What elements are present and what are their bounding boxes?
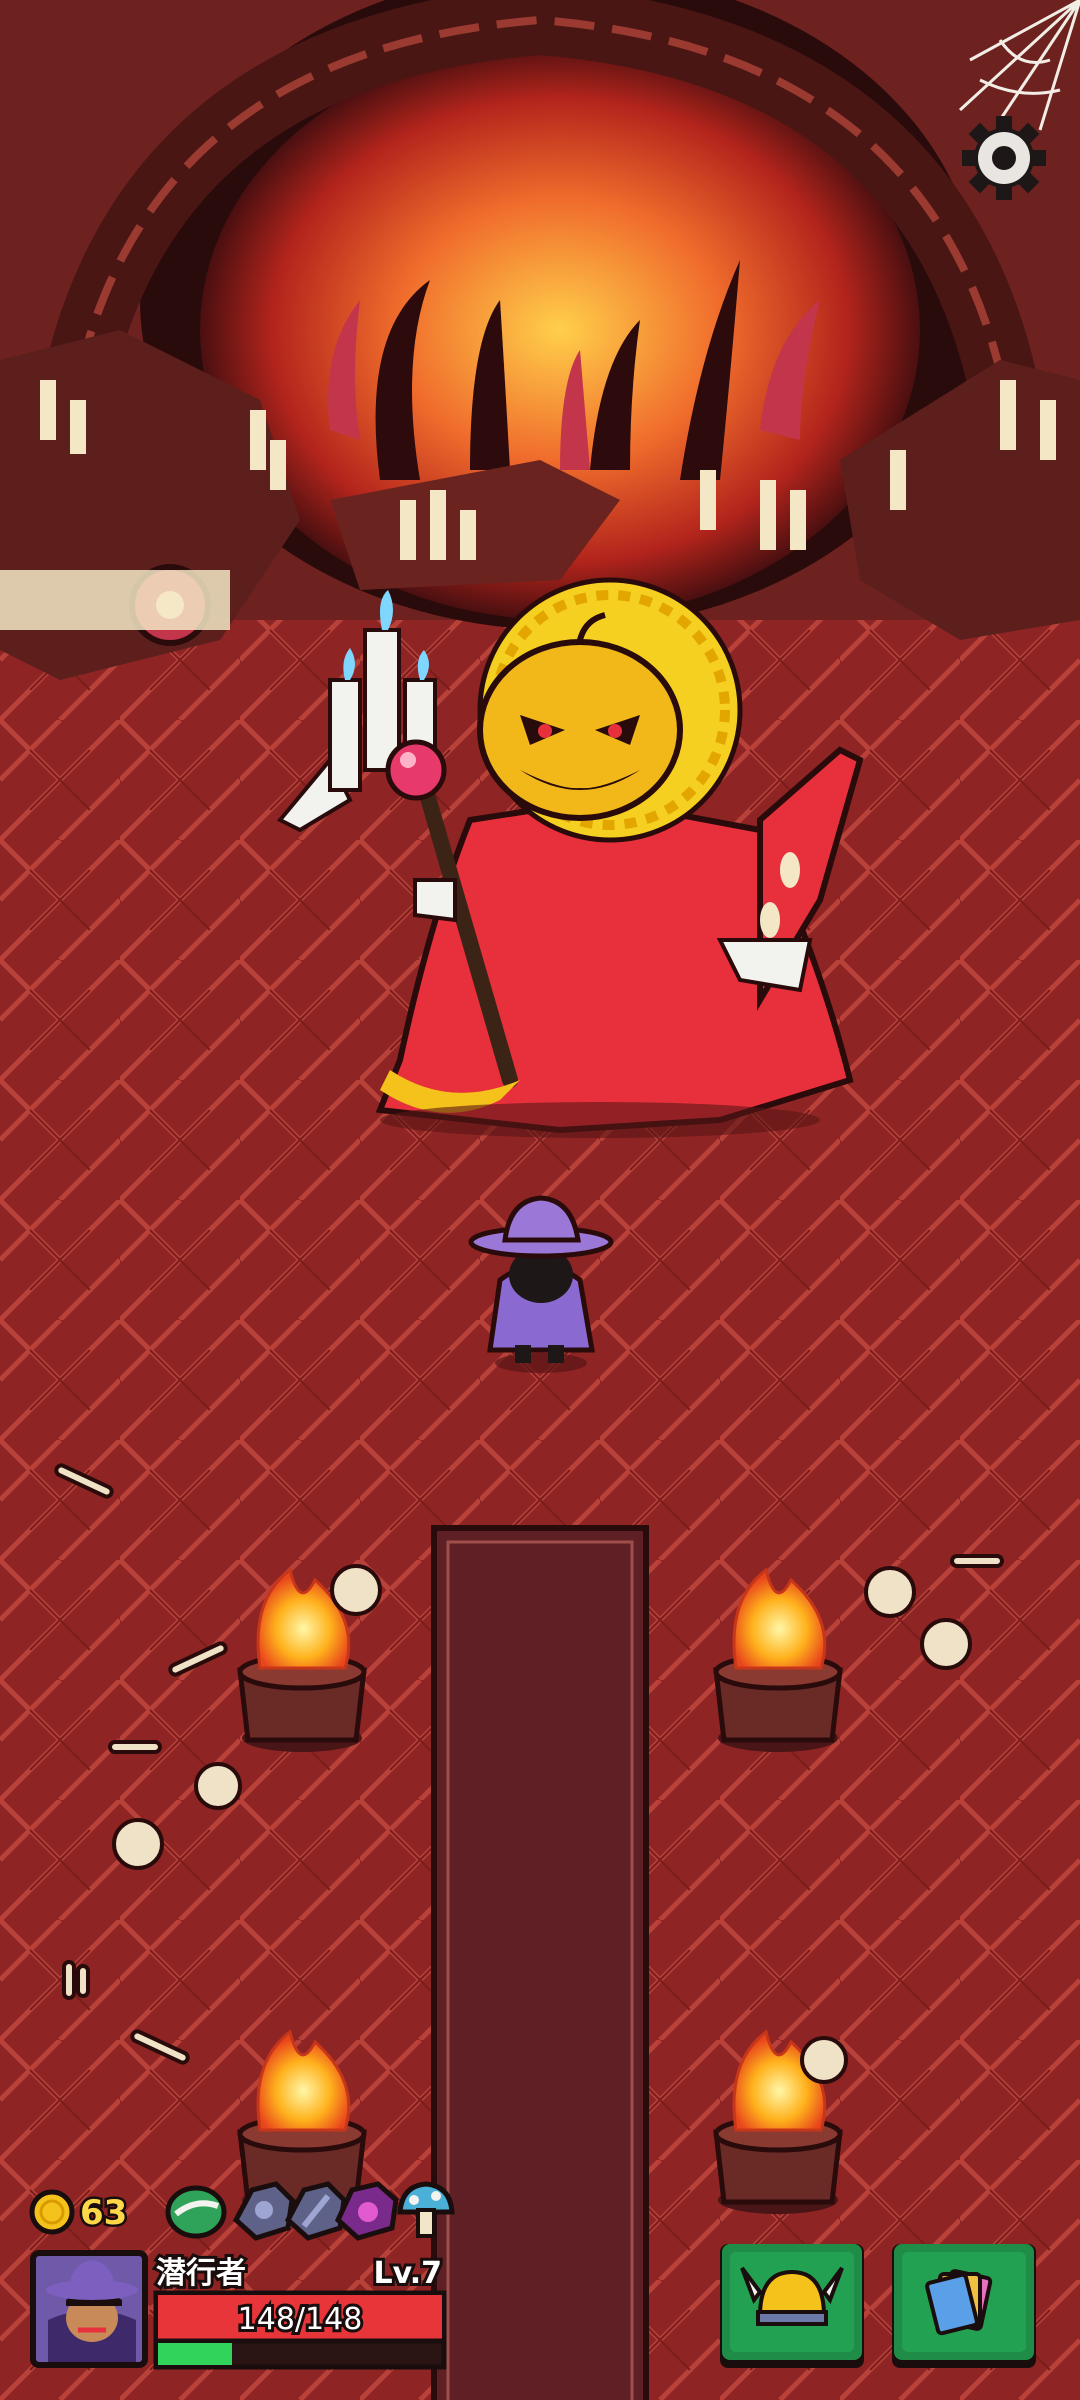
hp-bar: 148/148 bbox=[153, 2290, 447, 2344]
xp-bar bbox=[153, 2338, 447, 2370]
player-name: 潜行者 bbox=[156, 2256, 246, 2291]
player-portrait[interactable] bbox=[30, 2250, 148, 2368]
hp-value: 148/148 bbox=[238, 2302, 363, 2337]
player-level: Lv.7 bbox=[374, 2256, 443, 2291]
gear-icon bbox=[962, 116, 1046, 200]
coin-icon bbox=[29, 2189, 75, 2235]
coin-amount: 63 bbox=[80, 2193, 127, 2233]
coin-counter: 63 bbox=[29, 2189, 130, 2236]
xp-bar-fill bbox=[158, 2343, 232, 2365]
green-bean-icon bbox=[165, 2185, 227, 2239]
cards-icon bbox=[925, 2269, 993, 2336]
carpet-runner bbox=[431, 1525, 649, 2400]
settings-button[interactable] bbox=[962, 116, 1046, 200]
cards-button[interactable] bbox=[892, 2244, 1036, 2368]
equipment-button[interactable] bbox=[720, 2244, 864, 2368]
